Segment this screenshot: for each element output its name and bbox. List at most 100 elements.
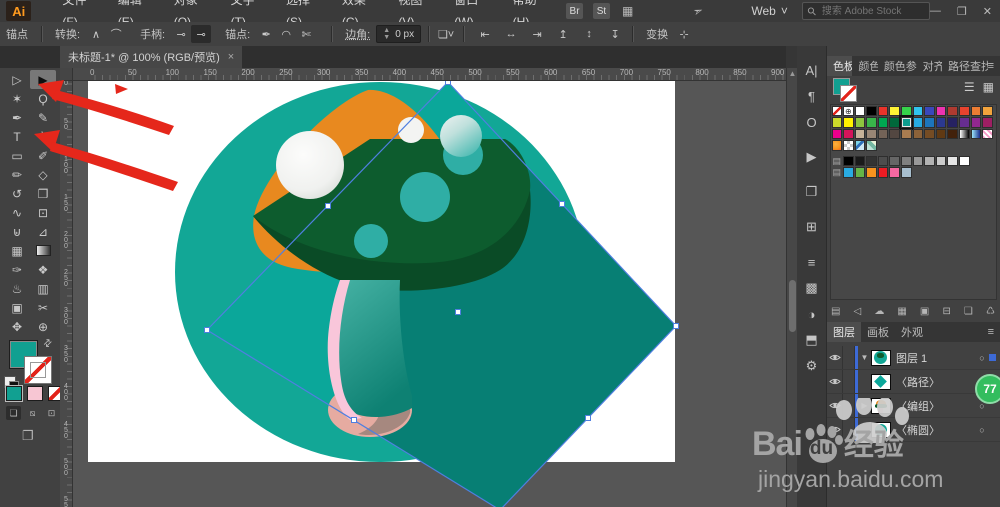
smooth-segment-icon[interactable]: ◠ xyxy=(276,25,296,43)
swatch-options-icon[interactable]: ▣ xyxy=(920,306,929,317)
layer-name[interactable]: 图层 1 xyxy=(896,350,975,366)
selection-handle[interactable] xyxy=(325,203,331,209)
direct-selection-tool[interactable]: ▷ xyxy=(4,70,30,89)
swatch[interactable] xyxy=(866,140,877,151)
swatch[interactable] xyxy=(866,117,877,128)
swatch[interactable] xyxy=(854,117,866,128)
document-tab[interactable]: 未标题-1* @ 100% (RGB/预览) × xyxy=(60,46,243,68)
expander-icon[interactable]: ▼ xyxy=(858,353,871,362)
canvas-area[interactable]: 0 50 100 150 200 250 300 350 400 450 500 550 600 650 7… xyxy=(60,68,786,507)
layers-menu-icon[interactable]: ≡ xyxy=(988,322,1000,342)
rectangle-tool[interactable]: ▭ xyxy=(4,146,30,165)
layer-thumbnail[interactable] xyxy=(871,349,891,366)
export-panel-icon[interactable]: ❐ xyxy=(800,180,824,204)
gradient-panel-icon[interactable]: ▩ xyxy=(800,276,824,300)
swatch[interactable] xyxy=(877,117,889,128)
swatch[interactable] xyxy=(924,128,935,140)
ruler-vertical[interactable]: 0 5 0 1 0 0 1 5 0 2 0 0 2 5 0 3 0 0 3 5 0 4 0 0 4… xyxy=(60,80,73,507)
transform-icon[interactable]: ⊹ xyxy=(674,25,694,43)
swatch[interactable] xyxy=(935,117,947,128)
swatch[interactable] xyxy=(959,128,970,140)
swatch[interactable] xyxy=(982,128,993,140)
swatches-tab-3[interactable]: 对齐 xyxy=(917,56,942,76)
swatch[interactable] xyxy=(935,105,947,117)
zoom-tool[interactable]: ⊕ xyxy=(30,317,56,336)
workspace-switcher[interactable]: Web ˅ xyxy=(751,4,787,18)
show-handles-icon[interactable]: ⊸ xyxy=(171,25,191,43)
artboard-tool[interactable]: ▣ xyxy=(4,298,30,317)
swatch[interactable] xyxy=(831,117,843,128)
visibility-eye-icon[interactable] xyxy=(827,346,843,369)
show-swatch-kinds-icon[interactable]: ▦ xyxy=(897,306,906,317)
swatch[interactable] xyxy=(866,155,877,167)
scrollbar-thumb[interactable] xyxy=(789,280,796,332)
lock-cell[interactable] xyxy=(843,370,855,393)
cloud-themes-icon[interactable]: ☁ xyxy=(874,306,884,317)
swatches-menu-icon[interactable]: ≡ xyxy=(988,56,1000,76)
free-transform-tool[interactable]: ⊡ xyxy=(30,203,56,222)
swatch[interactable] xyxy=(924,155,935,167)
swatch[interactable] xyxy=(901,155,912,167)
paragraph-panel-icon[interactable]: ¶ xyxy=(800,84,824,108)
align-hcenter-icon[interactable]: ↔ xyxy=(501,25,521,43)
artwork[interactable] xyxy=(60,68,786,507)
eyedropper-tool[interactable]: ✑ xyxy=(4,260,30,279)
swatch[interactable] xyxy=(877,155,889,167)
bridge-button[interactable]: Br xyxy=(566,3,584,19)
swatch[interactable] xyxy=(935,128,947,140)
swatch[interactable] xyxy=(877,167,889,179)
convert-to-corner-icon[interactable]: ∧ xyxy=(86,25,106,43)
lasso-tool[interactable]: Ϙ xyxy=(30,89,56,108)
new-color-group-icon[interactable]: ⊟ xyxy=(942,306,950,317)
swatch[interactable] xyxy=(831,105,843,117)
actions-panel-icon[interactable]: ▶ xyxy=(800,145,824,169)
rotate-tool[interactable]: ↺ xyxy=(4,184,30,203)
swatch[interactable] xyxy=(843,167,854,179)
blend-tool[interactable]: ❖ xyxy=(30,260,56,279)
stroke-panel-icon[interactable]: ≡ xyxy=(800,250,824,274)
gradient-chip[interactable] xyxy=(27,386,43,401)
opentype-panel-icon[interactable]: O xyxy=(800,110,824,134)
swatches-tab-2[interactable]: 颜色参考 xyxy=(878,56,917,76)
swatch[interactable] xyxy=(843,128,854,140)
corner-radius-stepper[interactable]: ▲ ▼ 0 px xyxy=(376,25,422,43)
close-button[interactable]: ✕ xyxy=(983,5,992,18)
swatch[interactable] xyxy=(877,105,889,117)
swatch[interactable] xyxy=(901,167,912,179)
hand-tool[interactable]: ✥ xyxy=(4,317,30,336)
ruler-horizontal[interactable]: 0 50 100 150 200 250 300 350 400 450 500 550 600 650 7… xyxy=(72,68,786,81)
layers-tab-2[interactable]: 外观 xyxy=(895,322,929,342)
swatch[interactable] xyxy=(901,117,912,128)
paintbrush-tool[interactable]: ✐ xyxy=(30,146,56,165)
white-spot[interactable] xyxy=(276,131,344,199)
align-vcenter-icon[interactable]: ↕ xyxy=(579,25,599,43)
align-left-icon[interactable]: ⇤ xyxy=(475,25,495,43)
document-setup-icon[interactable]: ❏˅ xyxy=(436,25,456,43)
settings-panel-icon[interactable]: ⚙ xyxy=(800,354,824,378)
swatch[interactable] xyxy=(854,155,866,167)
swatch[interactable] xyxy=(854,105,866,117)
selection-handle[interactable] xyxy=(455,309,461,315)
swatch-libraries-icon[interactable]: ▤ xyxy=(831,306,840,317)
color-chip[interactable] xyxy=(6,386,22,401)
curvature-tool[interactable]: ✎ xyxy=(30,108,56,127)
stroke-color-chip[interactable] xyxy=(24,356,52,384)
draw-behind-mode[interactable]: ⧅ xyxy=(25,406,40,420)
swatch[interactable] xyxy=(970,117,982,128)
swatch[interactable] xyxy=(959,117,970,128)
pathfinder-panel-icon[interactable]: ⬒ xyxy=(800,328,824,352)
transform-label[interactable]: 变换 xyxy=(646,26,668,42)
grid-view-icon[interactable]: ▦ xyxy=(983,80,994,94)
selection-handle[interactable] xyxy=(585,415,591,421)
cut-path-icon[interactable]: ✄ xyxy=(296,25,316,43)
width-tool[interactable]: ∿ xyxy=(4,203,30,222)
layer-thumbnail[interactable] xyxy=(871,373,891,390)
swatch[interactable] xyxy=(889,167,901,179)
add-anchor-icon[interactable]: ✒ xyxy=(256,25,276,43)
stepper-arrows-icon[interactable]: ▲ ▼ xyxy=(383,27,390,41)
swatch[interactable] xyxy=(924,105,935,117)
adobe-stock-search[interactable]: ⚲ xyxy=(801,2,930,20)
new-swatch-icon[interactable]: ❏ xyxy=(964,306,973,317)
swatch[interactable] xyxy=(866,128,877,140)
slice-tool[interactable]: ✂ xyxy=(30,298,56,317)
